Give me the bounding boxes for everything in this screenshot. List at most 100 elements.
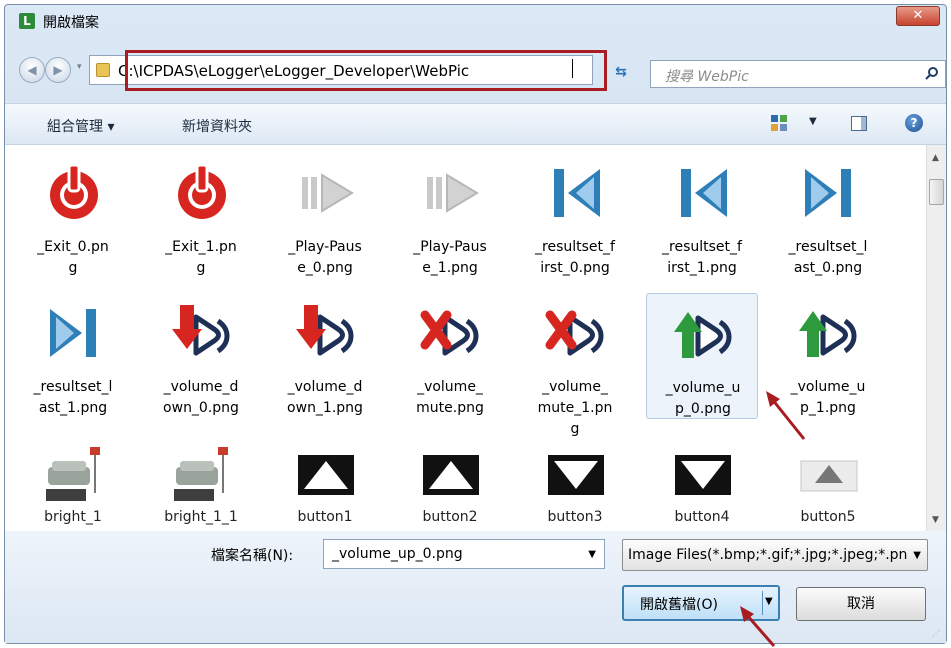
file-name: _Exit_1.pn g: [165, 239, 237, 276]
file-item[interactable]: _volume_ mute.png: [394, 293, 506, 419]
file-item[interactable]: _resultset_l ast_0.png: [772, 153, 884, 279]
file-thumbnail-voldown-icon: [170, 301, 234, 365]
open-button-label[interactable]: 開啟舊檔(O): [640, 594, 718, 614]
file-item[interactable]: _Play-Paus e_0.png: [269, 153, 381, 279]
cancel-button[interactable]: 取消: [796, 587, 926, 621]
address-caret: [572, 59, 573, 78]
file-item[interactable]: _volume_d own_0.png: [145, 293, 257, 419]
file-item[interactable]: bright_1: [17, 433, 129, 531]
file-name: bright_1_1: [164, 509, 238, 525]
file-thumbnail-power-icon: [170, 161, 234, 225]
file-thumbnail-last-icon: [797, 161, 861, 225]
file-name: _resultset_f irst_1.png: [662, 239, 742, 276]
file-name: _volume_d own_0.png: [163, 379, 239, 416]
file-item[interactable]: _resultset_f irst_0.png: [519, 153, 631, 279]
file-name: _Exit_0.pn g: [37, 239, 109, 276]
file-name: _volume_d own_1.png: [287, 379, 363, 416]
navigation-bar: ◀ ▶ ▾ C:\ICPDAS\eLogger\eLogger_Develope…: [5, 51, 946, 88]
filename-input[interactable]: _volume_up_0.png: [332, 546, 463, 562]
file-thumbnail-play-icon: [419, 161, 483, 225]
recent-pages-dropdown[interactable]: ▾: [77, 62, 87, 76]
filename-dropdown-button[interactable]: ▼: [588, 549, 596, 560]
file-thumbnail-tri-down-icon: [671, 441, 735, 505]
file-item[interactable]: _volume_u p_1.png: [772, 293, 884, 419]
open-button-divider: [762, 591, 763, 615]
resize-grip[interactable]: ⋰: [932, 629, 942, 639]
file-item[interactable]: _Exit_0.pn g: [17, 153, 129, 279]
file-item[interactable]: _Play-Paus e_1.png: [394, 153, 506, 279]
file-item[interactable]: button3: [519, 433, 631, 531]
dialog-footer: 檔案名稱(N): _volume_up_0.png ▼ Image Files(…: [5, 531, 946, 643]
file-item[interactable]: _resultset_l ast_1.png: [17, 293, 129, 419]
filename-label: 檔案名稱(N):: [211, 548, 294, 564]
filename-combobox[interactable]: _volume_up_0.png ▼: [323, 539, 605, 569]
organize-menu[interactable]: 組合管理 ▾: [47, 116, 114, 136]
close-button[interactable]: ✕: [896, 6, 940, 26]
change-view-icon[interactable]: [771, 115, 787, 131]
address-path[interactable]: C:\ICPDAS\eLogger\eLogger_Developer\WebP…: [118, 62, 469, 80]
refresh-icon[interactable]: ⇆: [610, 64, 632, 86]
vertical-scrollbar[interactable]: ▲ ▼: [926, 145, 946, 531]
new-folder-button[interactable]: 新增資料夾: [182, 116, 252, 136]
file-item[interactable]: button4: [646, 433, 758, 531]
address-bar[interactable]: C:\ICPDAS\eLogger\eLogger_Developer\WebP…: [89, 55, 677, 85]
file-thumbnail-play-icon: [294, 161, 358, 225]
open-button[interactable]: 開啟舊檔(O) ▼: [622, 585, 780, 621]
scrollbar-thumb[interactable]: [929, 179, 944, 205]
file-type-select[interactable]: Image Files(*.bmp;*.gif;*.jpg;*.jpeg;*.p…: [622, 539, 928, 571]
file-name: button2: [422, 509, 478, 525]
file-name: _resultset_l ast_0.png: [788, 239, 868, 276]
file-thumbnail-mute-icon: [419, 301, 483, 365]
scroll-up-icon[interactable]: ▲: [932, 153, 939, 163]
file-thumbnail-power-icon: [42, 161, 106, 225]
search-box[interactable]: 搜尋 WebPic: [650, 60, 946, 88]
file-thumbnail-first-icon: [671, 161, 735, 225]
file-name: _resultset_l ast_1.png: [33, 379, 113, 416]
folder-icon: [96, 63, 110, 77]
file-type-value[interactable]: Image Files(*.bmp;*.gif;*.jpg;*.jpeg;*.p…: [628, 547, 908, 563]
file-name: _Play-Paus e_1.png: [413, 239, 487, 276]
file-thumbnail-volup-icon: [672, 302, 736, 366]
file-name: _resultset_f irst_0.png: [535, 239, 615, 276]
open-file-dialog: L 開啟檔案 ✕ ◀ ▶ ▾ C:\ICPDAS\eLogger\eLogger…: [4, 4, 947, 644]
file-name: _volume_ mute.png: [416, 379, 484, 416]
file-thumbnail-tri-up-gray-icon: [797, 441, 861, 505]
file-type-dropdown-button[interactable]: ▼: [913, 550, 921, 561]
file-thumbnail-lamp-icon: [170, 441, 234, 505]
search-icon[interactable]: [925, 66, 939, 80]
preview-pane-icon[interactable]: [851, 116, 867, 131]
file-item[interactable]: button1: [269, 433, 381, 531]
file-name: _volume_u p_1.png: [790, 379, 866, 416]
file-item[interactable]: button5: [772, 433, 884, 531]
file-item[interactable]: _Exit_1.pn g: [145, 153, 257, 279]
file-name: _Play-Paus e_0.png: [288, 239, 362, 276]
file-item[interactable]: _resultset_f irst_1.png: [646, 153, 758, 279]
back-button[interactable]: ◀: [19, 57, 45, 83]
file-item[interactable]: button2: [394, 433, 506, 531]
file-item[interactable]: _volume_u p_0.png: [646, 293, 758, 419]
file-item[interactable]: bright_1_1: [145, 433, 257, 531]
file-thumbnail-voldown-icon: [294, 301, 358, 365]
file-name: _volume_ mute_1.pn g: [537, 379, 613, 437]
file-name: bright_1: [44, 509, 102, 525]
help-icon[interactable]: ?: [905, 114, 923, 132]
file-thumbnail-tri-up-icon: [419, 441, 483, 505]
scroll-down-icon[interactable]: ▼: [932, 515, 939, 525]
file-item[interactable]: _volume_d own_1.png: [269, 293, 381, 419]
file-thumbnail-first-icon: [544, 161, 608, 225]
search-input[interactable]: 搜尋 WebPic: [665, 66, 749, 86]
window-title: 開啟檔案: [43, 15, 99, 31]
forward-button[interactable]: ▶: [45, 57, 71, 83]
file-list[interactable]: _Exit_0.pn g _Exit_1.pn g _Play-Paus e_0.p…: [5, 145, 926, 531]
file-item[interactable]: _volume_ mute_1.pn g: [519, 293, 631, 437]
file-name: button4: [674, 509, 730, 525]
file-thumbnail-lamp-icon: [42, 441, 106, 505]
view-options-dropdown[interactable]: ▼: [809, 116, 817, 127]
file-name: button3: [547, 509, 603, 525]
open-options-dropdown[interactable]: ▼: [765, 596, 773, 607]
file-thumbnail-last-icon: [42, 301, 106, 365]
file-name: _volume_u p_0.png: [665, 380, 741, 417]
file-name: button5: [800, 509, 856, 525]
file-name: button1: [297, 509, 353, 525]
file-thumbnail-mute-icon: [544, 301, 608, 365]
